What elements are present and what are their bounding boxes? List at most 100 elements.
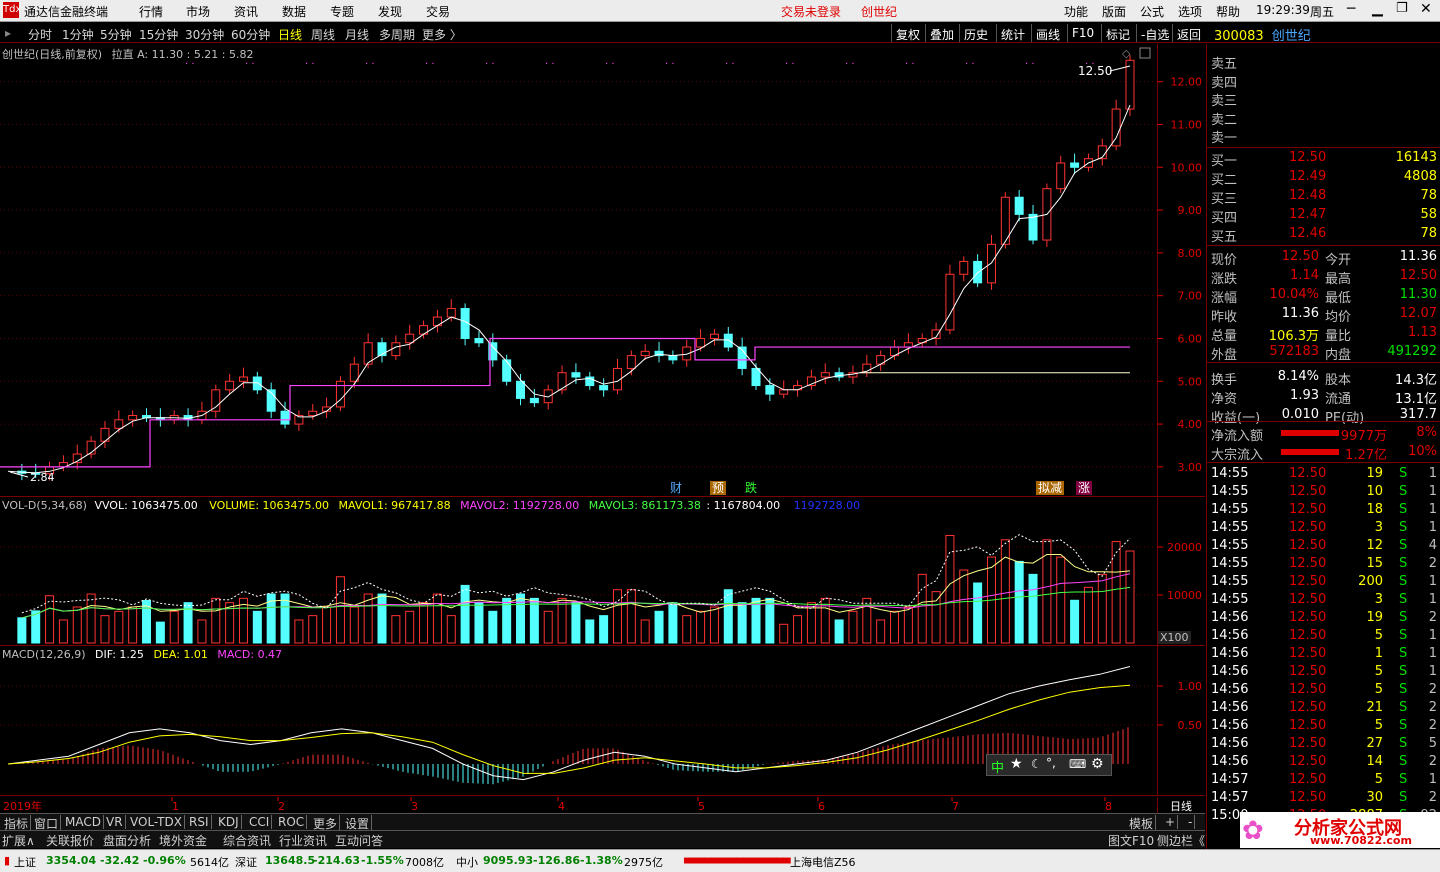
tool-draw[interactable]: 画线 (1031, 24, 1064, 42)
tab-kdj[interactable]: KDJ (216, 815, 242, 829)
zoom-out-button[interactable]: - (1186, 815, 1196, 829)
period-tab-intraday[interactable]: 分时 (28, 26, 52, 43)
tab-cci[interactable]: CCI (247, 815, 273, 829)
volume-bar (377, 593, 387, 644)
menu-item-topics[interactable]: 专题 (330, 3, 354, 20)
period-tab-5min[interactable]: 5分钟 (100, 26, 132, 43)
tick-side: S (1399, 772, 1408, 787)
period-tab-monthly[interactable]: 月线 (345, 26, 369, 43)
menu-item-layout[interactable]: 版面 (1102, 3, 1126, 20)
flow-bar (1281, 430, 1339, 436)
index-value-zx: 9095.93 (483, 854, 534, 867)
tool-restore-rights[interactable]: 复权 (891, 24, 924, 42)
period-tab-30min[interactable]: 30分钟 (185, 26, 224, 43)
trade-tick-row: 14:56 12.50 1 S 1 (1209, 645, 1439, 663)
tab-vol-tdx[interactable]: VOL-TDX (128, 815, 185, 829)
tab-roc[interactable]: ROC (276, 815, 308, 829)
star-icon[interactable]: ★ (1010, 756, 1023, 772)
period-tab-60min[interactable]: 60分钟 (231, 26, 270, 43)
menu-item-data[interactable]: 数据 (282, 3, 306, 20)
macd-chart[interactable] (0, 646, 1157, 796)
candle-body (225, 380, 235, 391)
close-icon[interactable]: ✕ (1420, 1, 1432, 17)
punctuation-icon[interactable]: °, (1046, 756, 1056, 770)
index-name-sz[interactable]: 深证 (235, 854, 257, 870)
menu-item-options[interactable]: 选项 (1178, 3, 1202, 20)
collapse-icon[interactable]: ▸ (5, 26, 11, 40)
index-name-sh[interactable]: 上证 (14, 854, 36, 870)
stat-value-1: 1.93 (1290, 388, 1319, 403)
tab-rsi[interactable]: RSI (187, 815, 212, 829)
dea-line (7, 684, 1131, 774)
keyboard-icon[interactable]: ⌨ (1069, 757, 1086, 771)
tab-sidebar[interactable]: 侧边栏《 (1157, 832, 1205, 849)
period-tab-15min[interactable]: 15分钟 (139, 26, 178, 43)
menu-item-trade[interactable]: 交易 (426, 3, 450, 20)
stat-label-1: 换手 (1211, 373, 1238, 388)
tool-stats[interactable]: 统计 (996, 24, 1029, 42)
menu-item-formula[interactable]: 公式 (1140, 3, 1164, 20)
menu-item-functions[interactable]: 功能 (1064, 3, 1088, 20)
stat-value-1: 8.14% (1277, 369, 1319, 384)
ask-label: 卖三 (1211, 94, 1238, 109)
zoom-in-button[interactable]: + (1163, 815, 1179, 829)
period-tab-weekly[interactable]: 周线 (311, 26, 335, 43)
index-value-sz: 13648.5 (265, 854, 316, 867)
volume-panel[interactable]: VOL-D(5,34,68) VVOL: 1063475.00 VOLUME: … (0, 497, 1157, 646)
menu-item-market[interactable]: 行情 (139, 3, 163, 20)
tick-time: 14:56 (1211, 646, 1249, 661)
volume-chart[interactable] (0, 497, 1157, 646)
period-tab-multi[interactable]: 多周期 (379, 26, 415, 43)
tool-history[interactable]: 历史 (959, 24, 992, 42)
menu-item-discover[interactable]: 发现 (378, 3, 402, 20)
tick-price: 12.50 (1289, 736, 1327, 751)
index-name-zx[interactable]: 中小 (456, 854, 478, 870)
period-tab-daily[interactable]: 日线 (278, 26, 302, 43)
macd-panel[interactable]: MACD(12,26,9) DIF: 1.25 DEA: 1.01 MACD: … (0, 646, 1157, 796)
tick-count: 1 (1428, 466, 1437, 481)
minimize-window-icon[interactable]: ▁ (1372, 1, 1383, 17)
menu-item-help[interactable]: 帮助 (1216, 3, 1240, 20)
tab-industry-news[interactable]: 行业资讯 (279, 832, 327, 849)
volume-bar (765, 597, 775, 644)
tab-expand[interactable]: 扩展∧ (2, 832, 35, 849)
candle-body (959, 260, 969, 275)
tab-vr[interactable]: VR (104, 815, 126, 829)
moon-icon[interactable]: ☾ (1031, 757, 1042, 771)
volume-bar (17, 617, 27, 644)
settings-gear-icon[interactable]: ⚙ (1091, 756, 1104, 772)
volume-bar (709, 606, 719, 644)
volume-bar (45, 595, 55, 644)
month-label: 4 (558, 800, 565, 813)
period-tab-more[interactable]: 更多 〉 (422, 26, 462, 43)
server-name[interactable]: 上海电信Z56 (790, 854, 856, 870)
tab-interactive-qa[interactable]: 互动问答 (335, 832, 383, 849)
tab-foreign-funds[interactable]: 境外资金 (159, 832, 207, 849)
period-tab-1min[interactable]: 1分钟 (62, 26, 94, 43)
tick-price: 12.50 (1289, 718, 1327, 733)
event-marker: 财 (670, 481, 682, 495)
chinese-input-icon[interactable]: 中 (991, 757, 1004, 776)
tool-watchlist[interactable]: -自选 (1136, 24, 1173, 42)
tick-volume: 1 (1374, 646, 1383, 661)
tab-f10-graphic[interactable]: 图文F10 (1108, 832, 1154, 849)
tab-related-quotes[interactable]: 关联报价 (46, 832, 94, 849)
tick-volume: 5 (1374, 664, 1383, 679)
minimize-icon[interactable]: ─ (1347, 1, 1355, 17)
tick-volume: 18 (1366, 502, 1383, 517)
stat-value-2: 12.50 (1399, 268, 1437, 283)
trade-login-status[interactable]: 交易未登录 (781, 3, 841, 20)
tab-general-news[interactable]: 综合资讯 (223, 832, 271, 849)
tool-f10[interactable]: F10 (1067, 24, 1098, 42)
tool-back[interactable]: 返回 (1172, 24, 1205, 42)
candlestick-chart[interactable]: · · · · · · · · · · · · · · · · · · · · · · · · · · ·… (0, 44, 1157, 497)
menu-item-news[interactable]: 资讯 (234, 3, 258, 20)
price-chart-panel[interactable]: 创世纪(日线,前复权) 拉直 A: 11.30 : 5.21 : 5.82 · … (0, 44, 1157, 497)
stat-value-1: 572183 (1269, 344, 1319, 359)
tab-market-analysis[interactable]: 盘面分析 (103, 832, 151, 849)
tool-mark[interactable]: 标记 (1101, 24, 1134, 42)
menu-item-markets[interactable]: 市场 (186, 3, 210, 20)
restore-icon[interactable]: ❐ (1396, 1, 1408, 16)
tool-overlay[interactable]: 叠加 (925, 24, 958, 42)
tab-macd[interactable]: MACD (63, 815, 104, 829)
